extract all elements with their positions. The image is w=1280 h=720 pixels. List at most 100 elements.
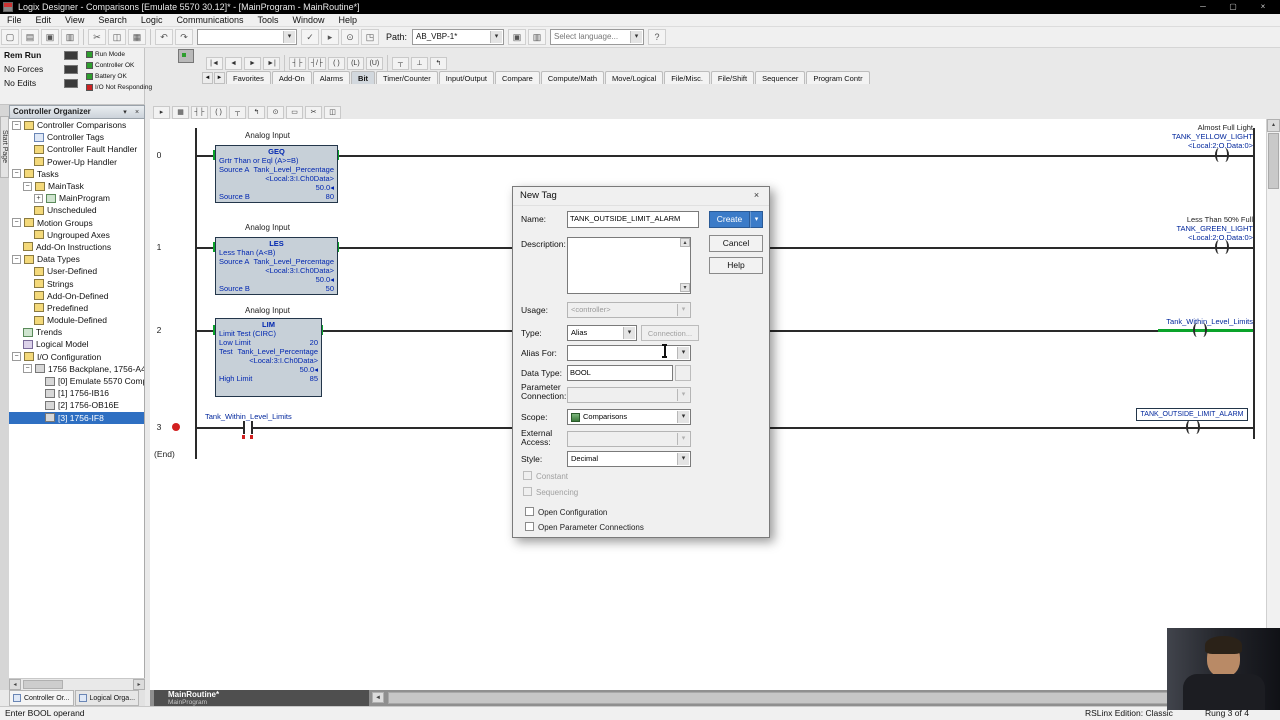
collapse-icon[interactable]: −: [23, 364, 32, 374]
window-split-icon[interactable]: ◳: [361, 29, 379, 45]
minimize-icon[interactable]: ─: [1190, 0, 1216, 14]
close-icon[interactable]: ×: [1250, 0, 1276, 14]
cancel-button[interactable]: Cancel: [709, 235, 763, 252]
organizer-hscrollbar[interactable]: ◂ ▸: [9, 678, 145, 690]
tree-item-slot2-ob16e[interactable]: [2] 1756-OB16E: [9, 399, 144, 411]
tab-file-shift[interactable]: File/Shift: [710, 71, 755, 84]
tree-item-controller-comparisons[interactable]: − Controller Comparisons: [9, 119, 144, 131]
save-icon[interactable]: ▣: [41, 29, 59, 45]
tabs-scroll-left-icon[interactable]: ◄: [202, 72, 213, 84]
no-contact-icon[interactable]: ┤├: [289, 56, 306, 70]
menu-view[interactable]: View: [58, 14, 91, 27]
select-tool-icon[interactable]: ▸: [153, 105, 170, 119]
paste-icon[interactable]: ▦: [128, 29, 146, 45]
tree-item-powerup-handler[interactable]: Power-Up Handler: [9, 156, 144, 168]
routine-scroll-left-icon[interactable]: ◄: [372, 692, 384, 703]
output-coil[interactable]: [1215, 240, 1229, 254]
copy-icon[interactable]: ◫: [108, 29, 126, 45]
tree-item-predefined[interactable]: Predefined: [9, 302, 144, 314]
nc-contact-icon[interactable]: ┤/├: [308, 56, 326, 70]
desc-scroll-up-icon[interactable]: ▴: [680, 238, 690, 247]
tree-item-maintask[interactable]: − MainTask: [9, 180, 144, 192]
undo-icon[interactable]: ↶: [155, 29, 173, 45]
rung-comment[interactable]: Analog Input: [245, 306, 290, 315]
type-combo[interactable]: Alias: [567, 325, 637, 341]
tab-timer-counter[interactable]: Timer/Counter: [376, 71, 438, 84]
tree-item-slot0-controller[interactable]: [0] Emulate 5570 Compa: [9, 375, 144, 387]
organizer-close-icon[interactable]: ×: [132, 108, 142, 118]
menu-file[interactable]: File: [0, 14, 29, 27]
cut-tool-icon[interactable]: ✂: [305, 105, 322, 119]
unlatch-coil-icon[interactable]: (U): [365, 56, 383, 70]
pin-icon[interactable]: ▾: [120, 108, 130, 118]
routine-hscrollbar[interactable]: [388, 692, 1264, 704]
help-button[interactable]: Help: [709, 257, 763, 274]
maximize-icon[interactable]: ▢: [1220, 0, 1246, 14]
expand-icon[interactable]: +: [34, 193, 43, 203]
nav-first-icon[interactable]: |◄: [206, 56, 223, 70]
edits-status[interactable]: No Edits: [4, 78, 36, 88]
geq-instruction[interactable]: GEQ Grtr Than or Eql (A>=B) Source A Tank…: [215, 145, 338, 203]
name-field[interactable]: TANK_OUTSIDE_LIMIT_ALARM: [567, 211, 699, 228]
box-tool-icon[interactable]: ▭: [286, 105, 303, 119]
print-icon[interactable]: ▥: [61, 29, 79, 45]
tree-item-slot1-ib16[interactable]: [1] 1756-IB16: [9, 387, 144, 399]
rung2-output-label[interactable]: Tank_Within_Level_Limits: [1033, 317, 1253, 326]
rung1-output-label[interactable]: Less Than 50% Full TANK_GREEN_LIGHT <Loc…: [1033, 215, 1253, 242]
menu-communications[interactable]: Communications: [169, 14, 250, 27]
tree-item-controller-tags[interactable]: Controller Tags: [9, 131, 144, 143]
menu-tools[interactable]: Tools: [250, 14, 285, 27]
tab-mainroutine[interactable]: MainRoutine* MainProgram: [154, 690, 369, 706]
open-icon[interactable]: ▤: [21, 29, 39, 45]
collapse-icon[interactable]: −: [12, 120, 21, 130]
coil-tool-icon[interactable]: ( ): [210, 105, 227, 119]
tree-item-io-configuration[interactable]: − I/O Configuration: [9, 351, 144, 363]
tree-item-mainprogram[interactable]: + MainProgram: [9, 192, 144, 204]
tree-item-logical-model[interactable]: Logical Model: [9, 338, 144, 350]
style-combo[interactable]: Decimal: [567, 451, 691, 467]
tab-compute-math[interactable]: Compute/Math: [540, 71, 605, 84]
upload-icon[interactable]: ▥: [528, 29, 547, 45]
rung-comment[interactable]: Analog Input: [245, 223, 290, 232]
latch-coil-icon[interactable]: (L): [346, 56, 364, 70]
rung-number[interactable]: 1: [150, 242, 168, 252]
tab-add-on[interactable]: Add-On: [271, 71, 312, 84]
tab-sequencer[interactable]: Sequencer: [755, 71, 806, 84]
collapse-icon[interactable]: −: [12, 254, 21, 264]
nav-last-icon[interactable]: ►|: [263, 56, 280, 70]
jump-icon[interactable]: ↰: [429, 56, 447, 70]
new-icon[interactable]: ▢: [1, 29, 19, 45]
lim-instruction[interactable]: LIM Limit Test (CIRC) Low Limit 20 Test Ta…: [215, 318, 322, 397]
tab-controller-organizer[interactable]: Controller Or...: [9, 690, 74, 706]
search-icon[interactable]: ⊙: [341, 29, 359, 45]
path-combo[interactable]: AB_VBP-1*: [412, 29, 505, 45]
tab-alarms[interactable]: Alarms: [312, 71, 351, 84]
menu-edit[interactable]: Edit: [29, 14, 59, 27]
tab-logical-organizer[interactable]: Logical Orga...: [74, 690, 140, 706]
who-active-icon[interactable]: ▣: [508, 29, 527, 45]
menu-help[interactable]: Help: [332, 14, 365, 27]
contact-symbol[interactable]: [251, 421, 253, 434]
menu-logic[interactable]: Logic: [134, 14, 170, 27]
copy-tool-icon[interactable]: ◫: [324, 105, 341, 119]
tree-item-fault-handler[interactable]: Controller Fault Handler: [9, 143, 144, 155]
verify-icon[interactable]: ✓: [301, 29, 319, 45]
rung-number[interactable]: 3: [150, 422, 168, 432]
scope-combo[interactable]: Comparisons: [567, 409, 691, 425]
tree-item-data-types[interactable]: − Data Types: [9, 253, 144, 265]
run-icon[interactable]: ▸: [321, 29, 339, 45]
output-coil[interactable]: [1186, 420, 1200, 434]
dialog-close-icon[interactable]: ×: [748, 189, 765, 203]
desc-scroll-down-icon[interactable]: ▾: [680, 283, 690, 292]
collapse-icon[interactable]: −: [12, 169, 21, 179]
recent-search-combo[interactable]: [197, 29, 297, 45]
branch-icon[interactable]: ┬: [391, 56, 409, 70]
data-type-field[interactable]: BOOL: [567, 365, 673, 381]
branch-tool-icon[interactable]: ┬: [229, 105, 246, 119]
open-parameter-connections-checkbox[interactable]: [525, 522, 534, 531]
tree-item-add-on-instructions[interactable]: Add-On Instructions: [9, 241, 144, 253]
tab-input-output[interactable]: Input/Output: [438, 71, 494, 84]
tab-move-logical[interactable]: Move/Logical: [605, 71, 664, 84]
tree-item-user-defined[interactable]: User-Defined: [9, 265, 144, 277]
language-combo[interactable]: Select language...: [550, 29, 645, 45]
